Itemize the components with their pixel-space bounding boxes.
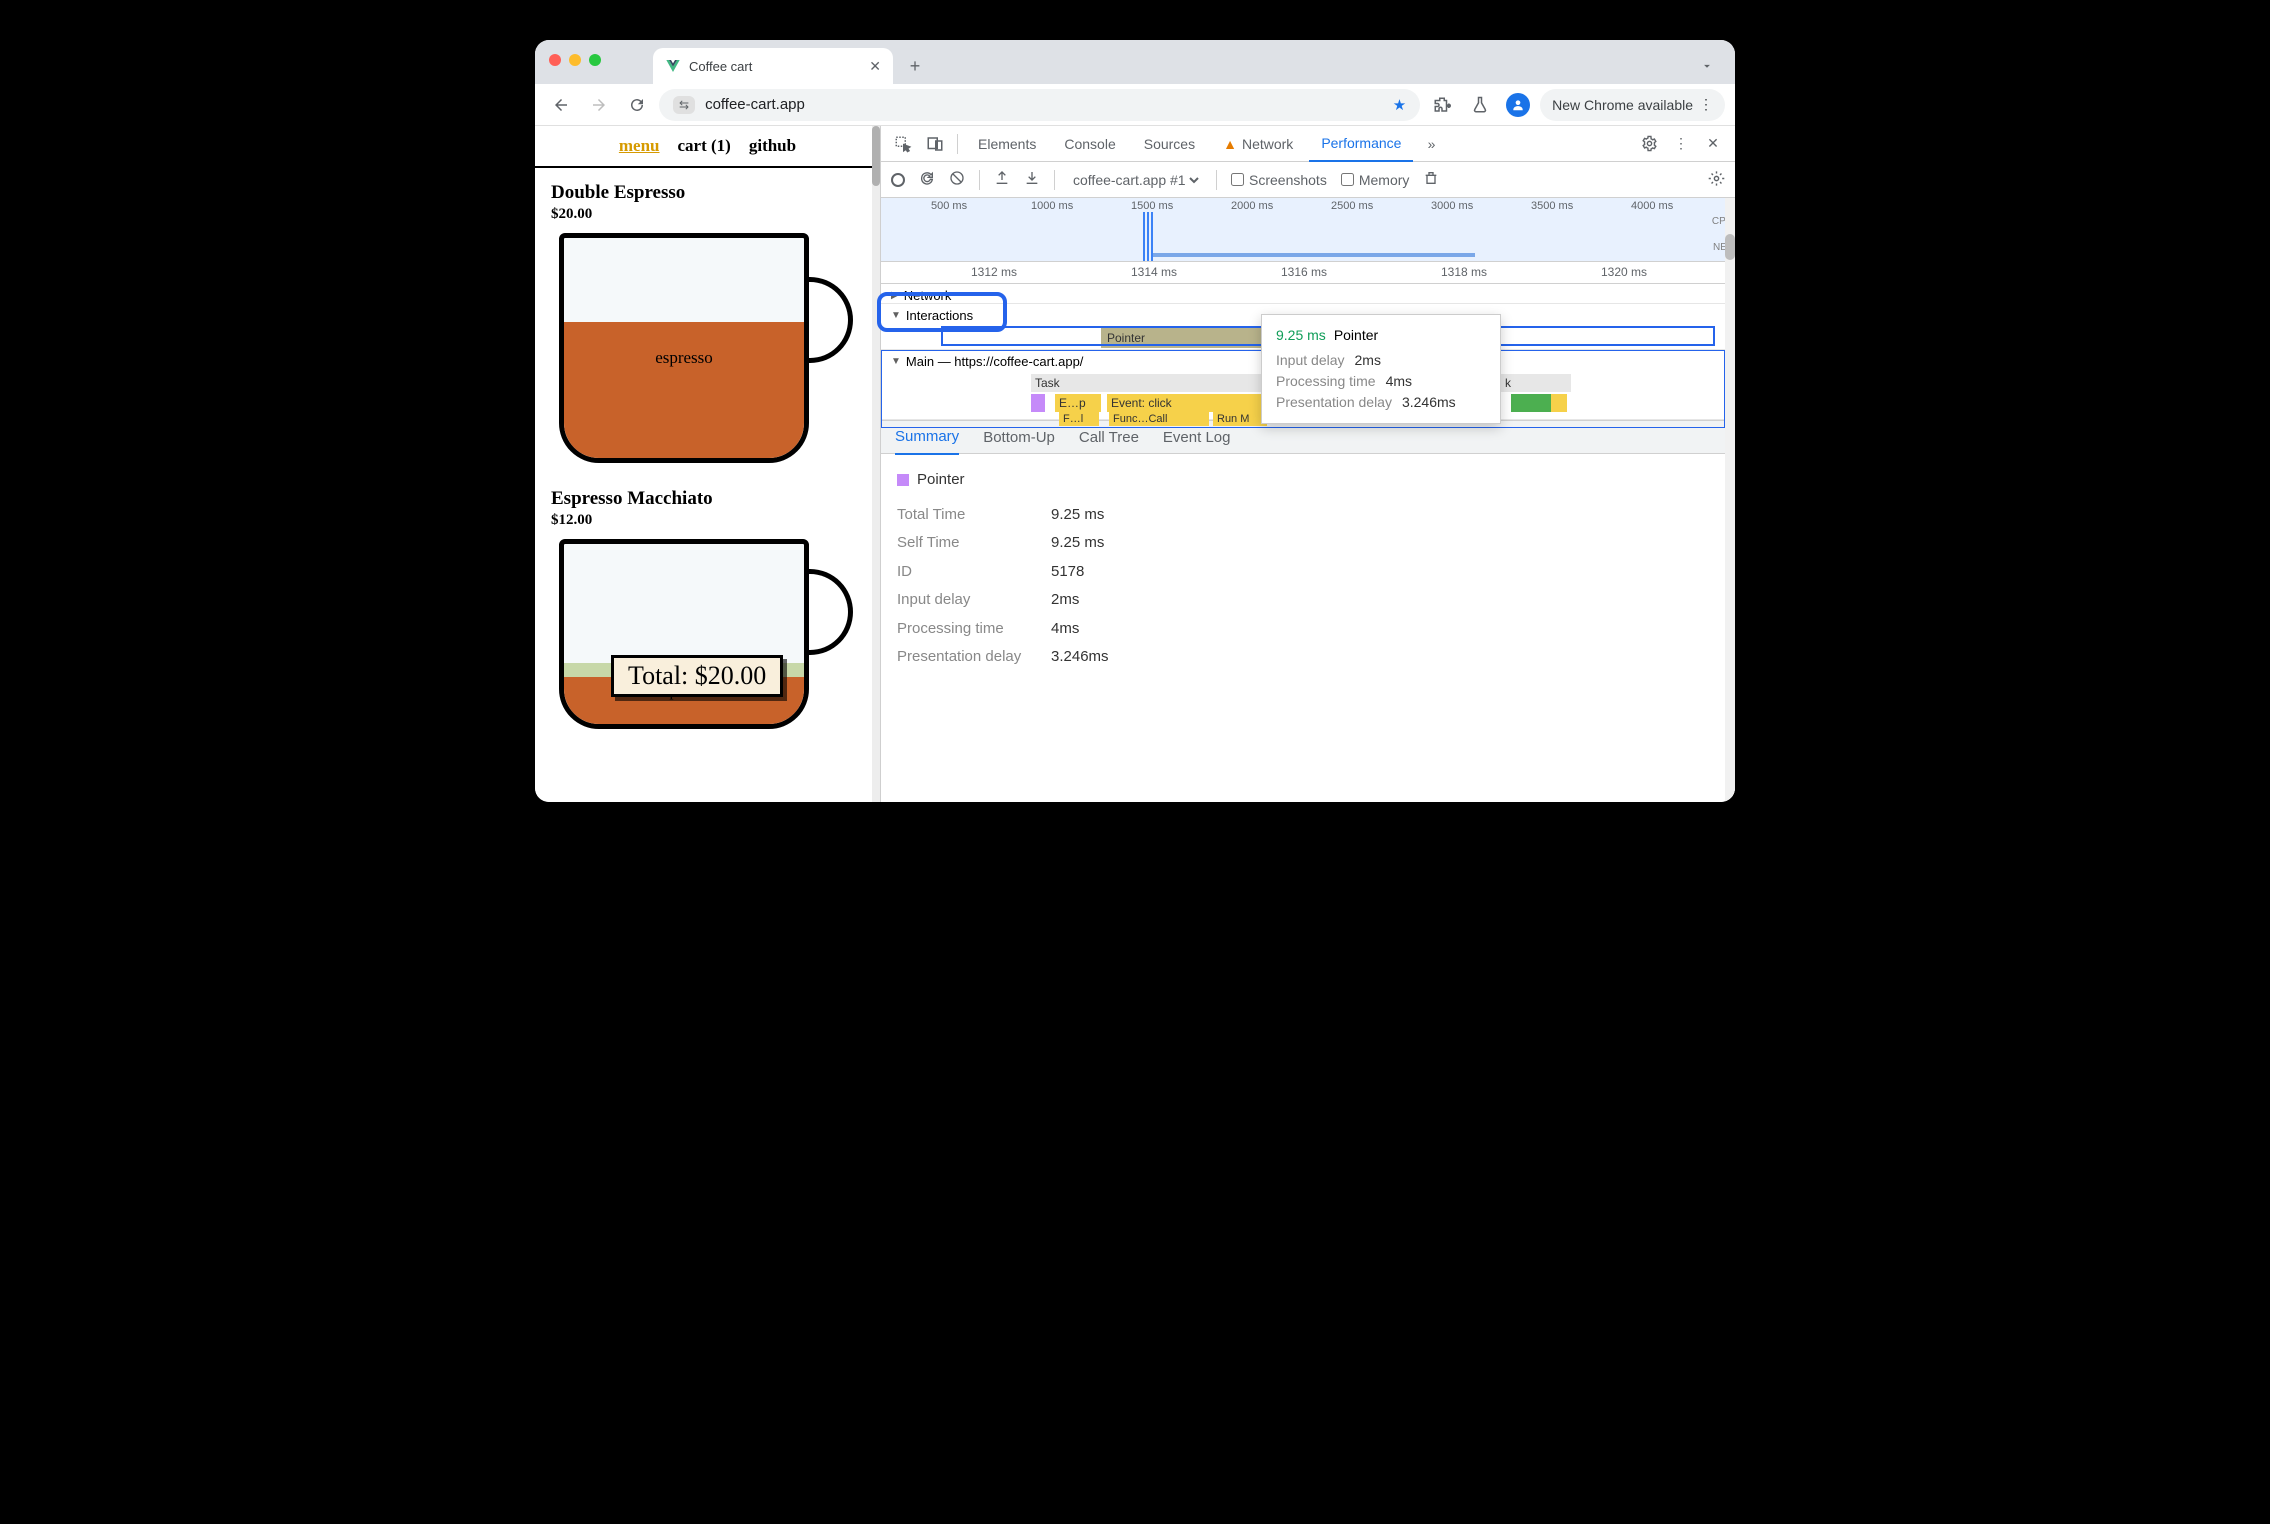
product-card: Double Espresso $20.00 espresso	[535, 168, 880, 474]
bookmark-star-icon[interactable]: ★	[1393, 96, 1406, 114]
nav-cart[interactable]: cart (1)	[678, 136, 731, 156]
capture-settings-icon[interactable]	[1708, 170, 1725, 190]
kebab-icon[interactable]: ⋮	[1667, 130, 1695, 158]
cart-total-badge[interactable]: Total: $20.00	[611, 655, 783, 697]
back-button[interactable]	[545, 89, 577, 121]
more-tabs-icon[interactable]: »	[1417, 130, 1445, 158]
interactions-highlight	[877, 292, 1007, 332]
mug-handle-icon	[809, 569, 853, 655]
browser-window: Coffee cart ✕ + ⇆ coffee-cart.app ★ New …	[535, 40, 1735, 802]
interaction-tooltip: 9.25 msPointer Input delay2ms Processing…	[1261, 314, 1501, 424]
address-bar: ⇆ coffee-cart.app ★ New Chrome available…	[535, 84, 1735, 126]
browser-tab[interactable]: Coffee cart ✕	[653, 48, 893, 84]
devtools-panel: Elements Console Sources ▲Network Perfor…	[881, 126, 1735, 802]
maximize-window-icon[interactable]	[589, 54, 601, 66]
mug-handle-icon	[809, 277, 853, 363]
url-text: coffee-cart.app	[705, 96, 805, 113]
update-chrome-button[interactable]: New Chrome available ⋮	[1540, 89, 1725, 121]
omnibox[interactable]: ⇆ coffee-cart.app ★	[659, 89, 1420, 121]
product-name: Double Espresso	[551, 182, 864, 204]
reload-record-button[interactable]	[919, 170, 935, 189]
tooltip-name: Pointer	[1334, 325, 1378, 346]
tab-overflow-icon[interactable]	[1695, 54, 1719, 78]
time-ruler[interactable]: 1312 ms 1314 ms 1316 ms 1318 ms 1320 ms	[881, 262, 1735, 284]
record-icon	[891, 173, 905, 187]
tab-sources[interactable]: Sources	[1132, 126, 1207, 162]
inspect-element-icon[interactable]	[889, 130, 917, 158]
product-price: $20.00	[551, 206, 864, 223]
net-overview-bar	[1151, 253, 1475, 257]
close-tab-icon[interactable]: ✕	[869, 58, 881, 75]
devtools-scrollbar[interactable]	[1725, 198, 1735, 802]
devtools-tabs: Elements Console Sources ▲Network Perfor…	[881, 126, 1735, 162]
device-toggle-icon[interactable]	[921, 130, 949, 158]
upload-button[interactable]	[994, 170, 1010, 189]
nav-menu[interactable]: menu	[619, 136, 660, 156]
selection-handle-icon[interactable]	[1143, 212, 1155, 261]
pointer-swatch-icon	[897, 474, 909, 486]
product-price: $12.00	[551, 512, 864, 529]
forward-button[interactable]	[583, 89, 615, 121]
new-tab-button[interactable]: +	[901, 52, 929, 80]
product-card: Espresso Macchiato $12.00 espresso Total…	[535, 474, 880, 740]
profile-avatar[interactable]	[1502, 89, 1534, 121]
tab-performance[interactable]: Performance	[1309, 126, 1413, 162]
memory-checkbox[interactable]: Memory	[1341, 172, 1410, 188]
product-name: Espresso Macchiato	[551, 488, 864, 510]
page-scrollbar[interactable]	[872, 126, 880, 802]
summary-name: Pointer	[917, 466, 965, 495]
mug-icon[interactable]: espresso	[559, 539, 809, 729]
screenshots-checkbox[interactable]: Screenshots	[1231, 172, 1327, 188]
vue-icon	[665, 58, 681, 74]
labs-icon[interactable]	[1464, 89, 1496, 121]
flame-chart[interactable]: ▶Network ▼Interactions Pointer ▼Main — h…	[881, 284, 1735, 420]
site-info-icon[interactable]: ⇆	[673, 96, 695, 114]
page-content: menu cart (1) github Double Espresso $20…	[535, 126, 881, 802]
warning-icon: ▲	[1223, 136, 1237, 152]
more-icon: ⋮	[1699, 96, 1713, 113]
reload-button[interactable]	[621, 89, 653, 121]
window-controls	[549, 54, 601, 66]
close-devtools-icon[interactable]: ✕	[1699, 130, 1727, 158]
minimize-window-icon[interactable]	[569, 54, 581, 66]
summary-pane: Pointer Total Time9.25 ms Self Time9.25 …	[881, 454, 1735, 684]
mug-fill-label: espresso	[655, 348, 713, 368]
extensions-icon[interactable]	[1426, 89, 1458, 121]
tab-strip: Coffee cart ✕ +	[535, 40, 1735, 84]
mug-icon[interactable]: espresso	[559, 233, 809, 463]
tab-title: Coffee cart	[689, 59, 752, 74]
recording-select[interactable]: coffee-cart.app #1	[1069, 171, 1202, 189]
gc-button[interactable]	[1423, 170, 1439, 189]
page-nav: menu cart (1) github	[535, 126, 880, 168]
tab-network[interactable]: ▲Network	[1211, 126, 1305, 162]
avatar-icon	[1506, 93, 1530, 117]
timeline-overview[interactable]: 500 ms 1000 ms 1500 ms 2000 ms 2500 ms 3…	[881, 198, 1735, 262]
settings-icon[interactable]	[1635, 130, 1663, 158]
record-button[interactable]	[891, 173, 905, 187]
nav-github[interactable]: github	[749, 136, 796, 156]
close-window-icon[interactable]	[549, 54, 561, 66]
tooltip-time: 9.25 ms	[1276, 325, 1326, 346]
tab-elements[interactable]: Elements	[966, 126, 1048, 162]
perf-toolbar: coffee-cart.app #1 Screenshots Memory	[881, 162, 1735, 198]
tab-console[interactable]: Console	[1052, 126, 1127, 162]
update-chrome-label: New Chrome available	[1552, 97, 1693, 113]
clear-button[interactable]	[949, 170, 965, 189]
download-button[interactable]	[1024, 170, 1040, 189]
